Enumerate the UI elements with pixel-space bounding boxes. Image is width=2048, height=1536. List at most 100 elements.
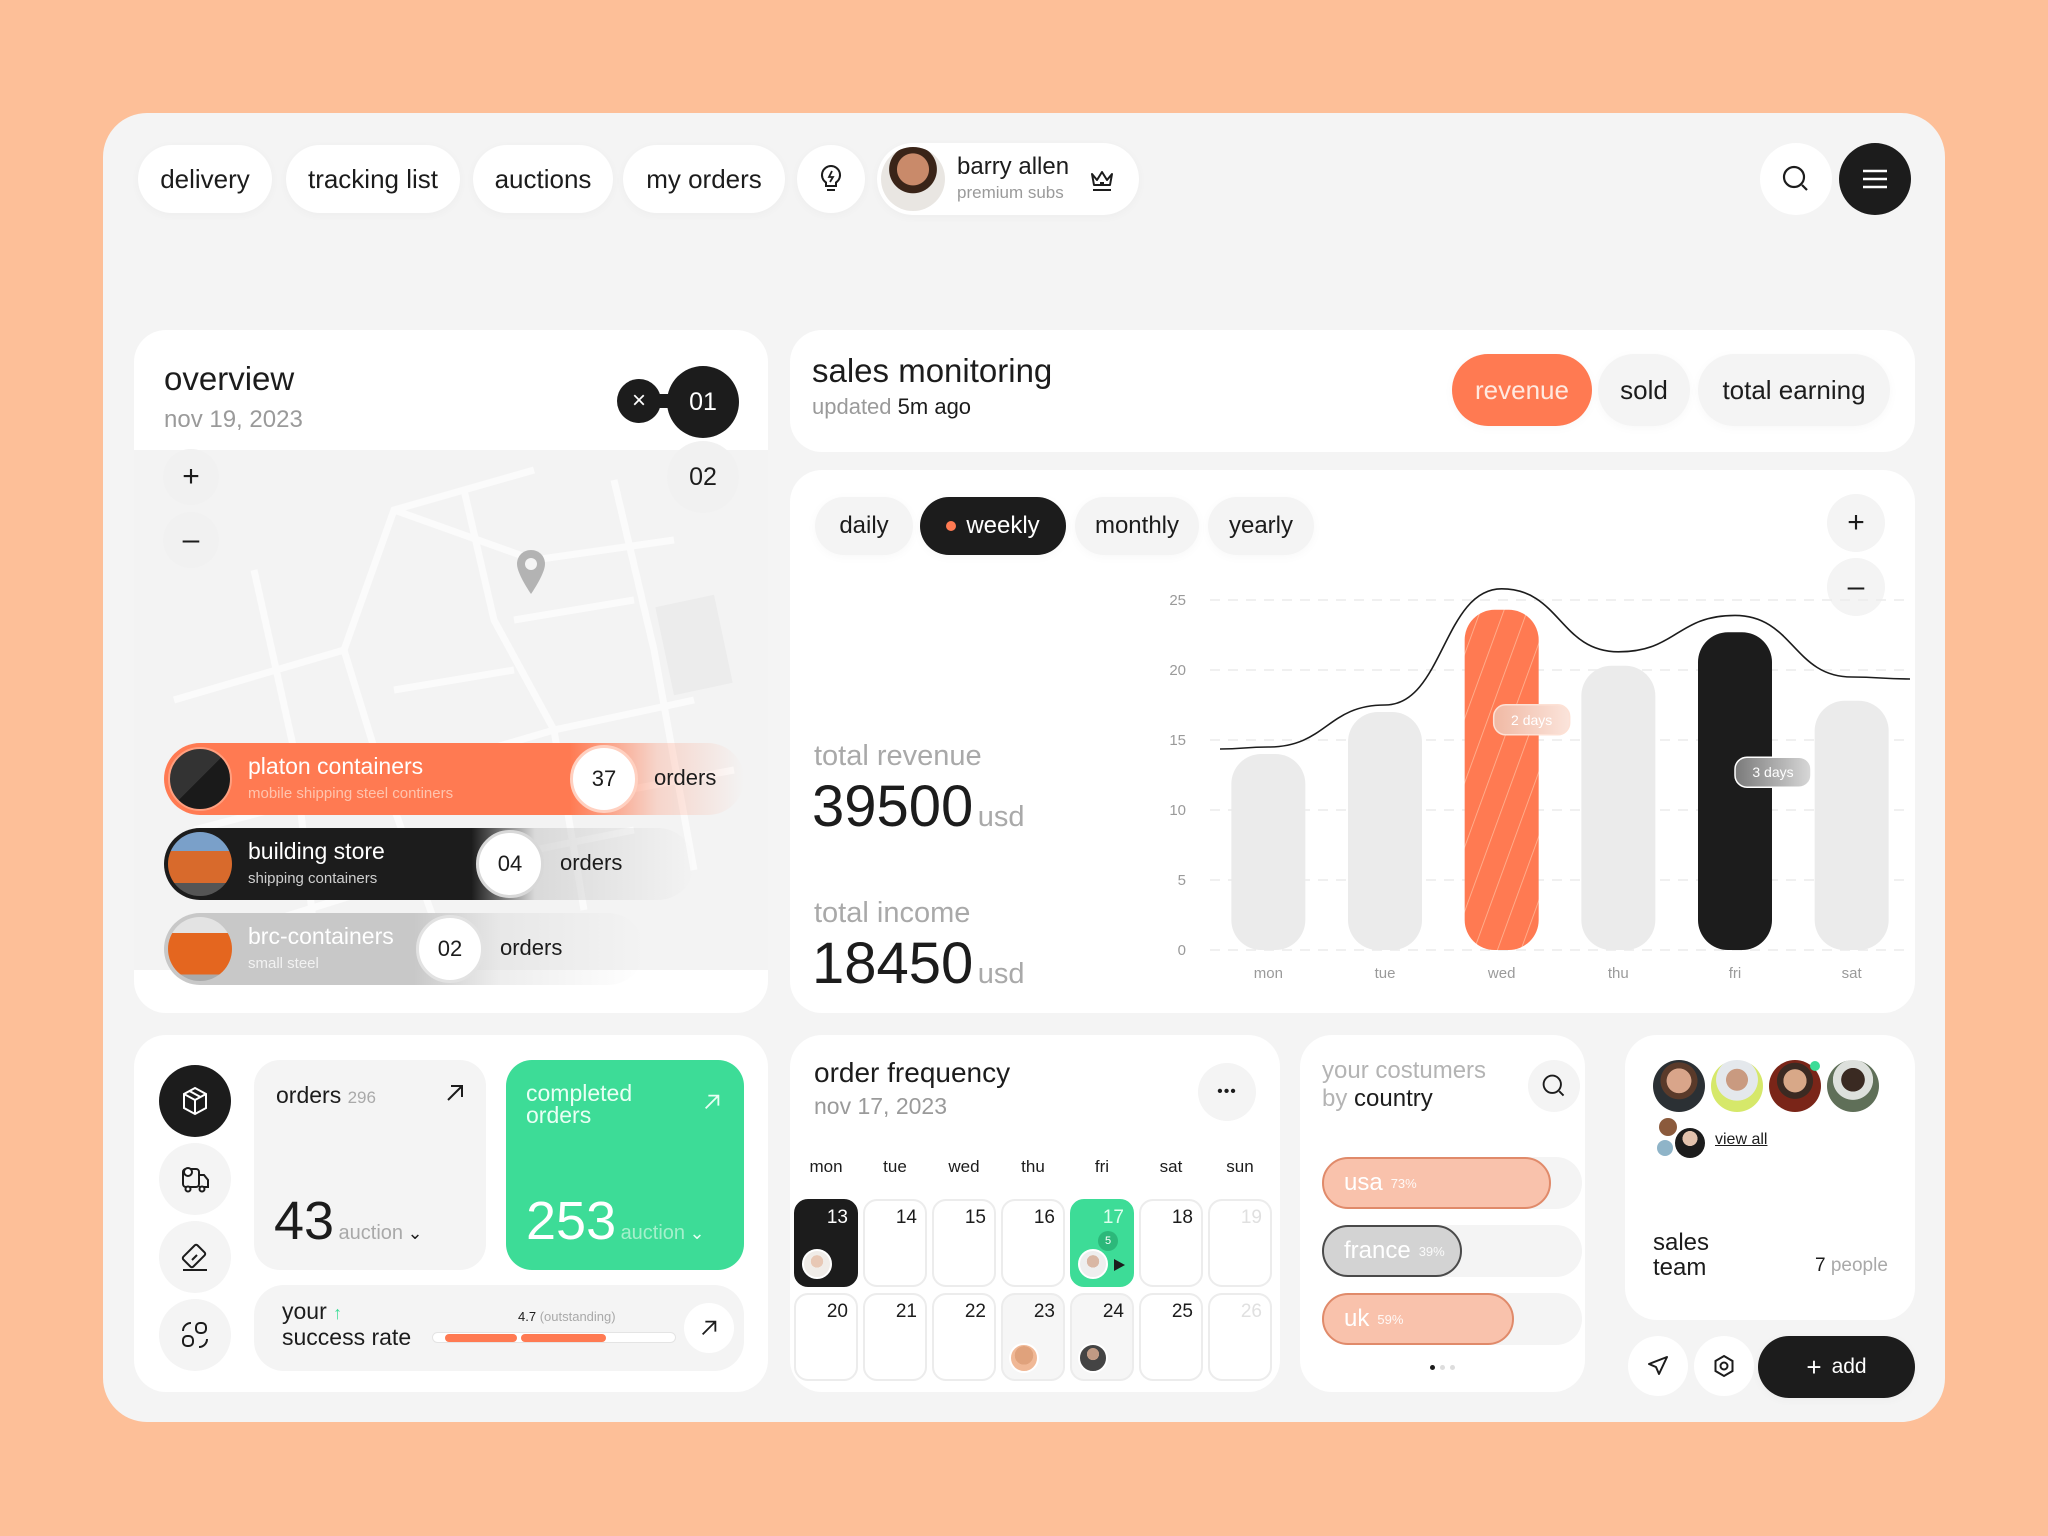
search-button[interactable] [1760, 143, 1832, 215]
calendar-day[interactable]: 21 [863, 1293, 927, 1381]
vendor-row[interactable]: platon containers mobile shipping steel … [164, 743, 744, 815]
period-yearly[interactable]: yearly [1208, 497, 1314, 555]
pagination-dot[interactable] [1440, 1365, 1445, 1370]
country-bar-france[interactable]: france 39% [1322, 1225, 1582, 1277]
total-income-value: 18450 [812, 931, 974, 996]
calendar-day[interactable]: 18 [1139, 1199, 1203, 1287]
send-button[interactable] [1628, 1336, 1688, 1396]
chevron-down-icon[interactable]: ⌄ [690, 1223, 705, 1243]
period-daily[interactable]: daily [815, 497, 913, 555]
swap-apps-icon [182, 1322, 208, 1348]
map-zoom-out-button[interactable]: – [163, 512, 219, 568]
step-01-button[interactable]: 01 [667, 366, 739, 438]
view-all-link[interactable]: view all [1715, 1131, 1767, 1149]
arrow-up-right-icon [447, 1085, 463, 1101]
calendar-day-number: 16 [1033, 1207, 1055, 1228]
vendor-name: building store [248, 838, 385, 864]
chart-zoom-in-button[interactable]: + [1827, 494, 1885, 552]
country-bar-usa[interactable]: usa 73% [1322, 1157, 1582, 1209]
team-avatar[interactable] [1711, 1060, 1763, 1112]
map-zoom-in-button[interactable]: + [163, 449, 219, 505]
customer-avatar[interactable] [1078, 1343, 1108, 1373]
calendar-day-number: 21 [895, 1301, 917, 1322]
hamburger-menu-icon [1863, 169, 1887, 189]
vendor-row[interactable]: building store shipping containers 04 or… [164, 828, 694, 900]
team-count-unit: people [1830, 1255, 1888, 1276]
delivery-truck-button[interactable] [159, 1143, 231, 1215]
calendar-day[interactable]: 26 [1208, 1293, 1272, 1381]
period-label: daily [839, 512, 889, 539]
team-avatar-small[interactable] [1659, 1118, 1677, 1136]
vendor-name: platon containers [248, 753, 424, 779]
calendar-day[interactable]: 14 [863, 1199, 927, 1287]
package-button[interactable] [159, 1065, 231, 1137]
calendar-day[interactable]: 15 [932, 1199, 996, 1287]
customer-avatar[interactable] [1078, 1249, 1108, 1279]
more-options-button[interactable]: ••• [1198, 1063, 1256, 1121]
add-member-button[interactable]: + add [1758, 1336, 1915, 1398]
nav-tracking-list[interactable]: tracking list [286, 145, 460, 213]
swap-apps-button[interactable] [159, 1299, 231, 1371]
team-avatar-small[interactable] [1657, 1140, 1673, 1156]
y-tick-label: 0 [1178, 942, 1186, 959]
orders-tile[interactable]: orders 296 43 auction ⌄ [254, 1060, 486, 1270]
nav-delivery[interactable]: delivery [138, 145, 272, 213]
chevron-down-icon[interactable]: ⌄ [407, 1223, 422, 1243]
calendar-day[interactable]: 16 [1001, 1199, 1065, 1287]
search-icon [1542, 1074, 1565, 1097]
pagination-dot[interactable] [1450, 1365, 1455, 1370]
calendar-day[interactable]: 19 [1208, 1199, 1272, 1287]
cursor-icon [1114, 1259, 1125, 1271]
team-avatar[interactable] [1653, 1060, 1705, 1112]
menu-button[interactable] [1839, 143, 1911, 215]
calendar-day[interactable]: 17 5 [1070, 1199, 1134, 1287]
customer-avatar[interactable] [802, 1249, 832, 1279]
period-weekly[interactable]: weekly [920, 497, 1066, 555]
country-bar-uk[interactable]: uk 59% [1322, 1293, 1582, 1345]
tab-sold[interactable]: sold [1598, 354, 1690, 426]
period-label: yearly [1228, 512, 1294, 539]
team-avatar-small[interactable] [1675, 1128, 1705, 1158]
vendor-row[interactable]: brc-containers small steel 02 orders [164, 913, 644, 985]
user-subscription: premium subs [957, 183, 1064, 202]
nav-my-orders[interactable]: my orders [623, 145, 785, 213]
user-profile[interactable]: barry allen premium subs [877, 143, 1139, 215]
search-icon [1782, 165, 1808, 191]
arrow-up-right-icon [701, 1320, 717, 1336]
country-bar-fill: france 39% [1322, 1225, 1463, 1277]
success-open-button[interactable] [684, 1303, 734, 1353]
team-avatar[interactable] [1827, 1060, 1879, 1112]
calendar-day[interactable]: 25 [1139, 1293, 1203, 1381]
customers-search-button[interactable] [1528, 1060, 1580, 1112]
success-score-note: (outstanding) [539, 1309, 616, 1324]
card-tag-button[interactable] [159, 1221, 231, 1293]
total-revenue-unit: usd [977, 801, 1025, 833]
tab-total-earning[interactable]: total earning [1698, 354, 1890, 426]
period-monthly[interactable]: monthly [1075, 497, 1199, 555]
pagination-dots[interactable] [1300, 1365, 1585, 1370]
vendor-image [168, 832, 232, 896]
calendar-day[interactable]: 22 [932, 1293, 996, 1381]
calendar-day[interactable]: 23 [1001, 1293, 1065, 1381]
map-pin-icon[interactable] [514, 548, 548, 596]
tab-revenue[interactable]: revenue [1452, 354, 1592, 426]
period-label: weekly [966, 512, 1040, 539]
step-02-button[interactable]: 02 [667, 441, 739, 513]
calendar-day[interactable]: 24 [1070, 1293, 1134, 1381]
completed-orders-tile[interactable]: completed orders 253 auction ⌄ [506, 1060, 744, 1270]
settings-button[interactable] [1694, 1336, 1754, 1396]
country-percent: 39% [1418, 1243, 1445, 1259]
customer-avatar[interactable] [1009, 1343, 1039, 1373]
calendar-day[interactable]: 13 [794, 1199, 858, 1287]
card-tag-icon [181, 1243, 207, 1271]
idea-button[interactable] [797, 145, 865, 213]
minus-icon: – [182, 523, 200, 556]
nav-label: delivery [160, 163, 250, 194]
progress-fill [445, 1334, 518, 1342]
x-tick-label: mon [1254, 965, 1283, 982]
calendar-day-number: 24 [1102, 1301, 1124, 1322]
nav-auctions[interactable]: auctions [473, 145, 613, 213]
pagination-dot[interactable] [1430, 1365, 1435, 1370]
calendar-day[interactable]: 20 [794, 1293, 858, 1381]
weekday-label: tue [883, 1157, 907, 1176]
